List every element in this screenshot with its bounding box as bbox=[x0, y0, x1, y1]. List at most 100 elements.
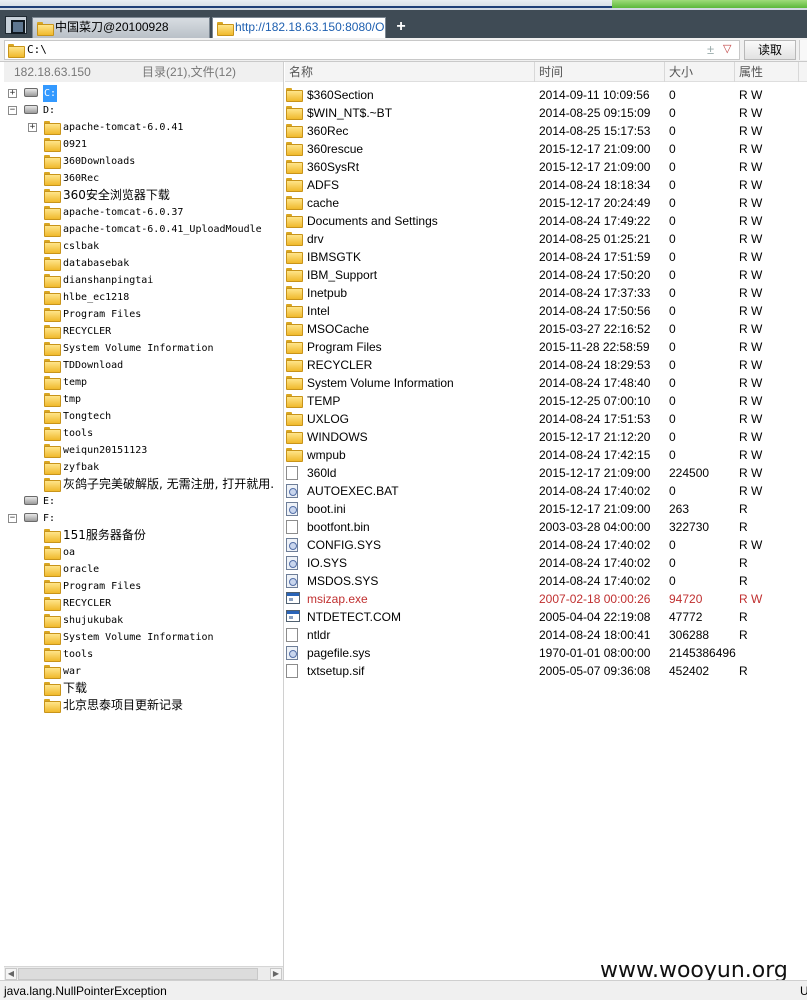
collapse-icon[interactable]: − bbox=[8, 106, 17, 115]
file-row[interactable]: drv 2014-08-25 01:25:21 0 R W bbox=[285, 230, 807, 248]
plus-minus-icon[interactable]: ± bbox=[707, 42, 714, 57]
tree-item[interactable]: 360安全浏览器下载 bbox=[4, 187, 283, 204]
file-row[interactable]: bootfont.bin 2003-03-28 04:00:00 322730 R bbox=[285, 518, 807, 536]
column-header-time[interactable]: 时间 bbox=[535, 62, 665, 82]
tree-item[interactable]: Program Files bbox=[4, 306, 283, 323]
tree-item[interactable]: + C: bbox=[4, 85, 283, 102]
column-header-name[interactable]: 名称 bbox=[285, 62, 535, 82]
tree-item-label: apache-tomcat-6.0.41 bbox=[63, 122, 184, 133]
file-size: 0 bbox=[669, 196, 676, 210]
file-row[interactable]: $360Section 2014-09-11 10:09:56 0 R W bbox=[285, 86, 807, 104]
path-input[interactable]: C:\ ± ▽ bbox=[4, 40, 740, 60]
scroll-left-icon[interactable]: ◀ bbox=[5, 968, 17, 980]
app-menu-icon[interactable] bbox=[5, 16, 27, 34]
file-row[interactable]: IO.SYS 2014-08-24 17:40:02 0 R bbox=[285, 554, 807, 572]
tree-item[interactable]: zyfbak bbox=[4, 459, 283, 476]
tree-item[interactable]: Program Files bbox=[4, 578, 283, 595]
tree-item[interactable]: 灰鸽子完美破解版, 无需注册, 打开就用. bbox=[4, 476, 283, 493]
scroll-thumb[interactable] bbox=[18, 968, 258, 980]
tree-item[interactable]: System Volume Information bbox=[4, 340, 283, 357]
file-row[interactable]: 360rescue 2015-12-17 21:09:00 0 R W bbox=[285, 140, 807, 158]
expand-icon[interactable]: + bbox=[28, 123, 37, 132]
file-row[interactable]: NTDETECT.COM 2005-04-04 22:19:08 47772 R bbox=[285, 608, 807, 626]
file-row[interactable]: Inetpub 2014-08-24 17:37:33 0 R W bbox=[285, 284, 807, 302]
file-row[interactable]: txtsetup.sif 2005-05-07 09:36:08 452402 R bbox=[285, 662, 807, 680]
tree-item[interactable]: oa bbox=[4, 544, 283, 561]
file-row[interactable]: MSOCache 2015-03-27 22:16:52 0 R W bbox=[285, 320, 807, 338]
file-size: 0 bbox=[669, 340, 676, 354]
file-row[interactable]: Intel 2014-08-24 17:50:56 0 R W bbox=[285, 302, 807, 320]
folder-icon bbox=[44, 393, 61, 407]
column-header-size[interactable]: 大小 bbox=[665, 62, 735, 82]
file-list: $360Section 2014-09-11 10:09:56 0 R W $WIN_N… bbox=[285, 86, 807, 680]
file-row[interactable]: 360ld 2015-12-17 21:09:00 224500 R W bbox=[285, 464, 807, 482]
file-row[interactable]: 360Rec 2014-08-25 15:17:53 0 R W bbox=[285, 122, 807, 140]
tree-item[interactable]: dianshanpingtai bbox=[4, 272, 283, 289]
file-time: 2015-12-17 20:24:49 bbox=[539, 196, 651, 210]
collapse-icon[interactable]: − bbox=[8, 514, 17, 523]
file-row[interactable]: WINDOWS 2015-12-17 21:12:20 0 R W bbox=[285, 428, 807, 446]
scroll-right-icon[interactable]: ▶ bbox=[270, 968, 282, 980]
file-name: UXLOG bbox=[307, 412, 350, 426]
file-row[interactable]: CONFIG.SYS 2014-08-24 17:40:02 0 R W bbox=[285, 536, 807, 554]
tree-item[interactable]: − D: bbox=[4, 102, 283, 119]
tree-item[interactable]: TDDownload bbox=[4, 357, 283, 374]
file-size: 94720 bbox=[669, 592, 703, 606]
file-row[interactable]: RECYCLER 2014-08-24 18:29:53 0 R W bbox=[285, 356, 807, 374]
tree-item[interactable]: + apache-tomcat-6.0.41 bbox=[4, 119, 283, 136]
file-row[interactable]: ntldr 2014-08-24 18:00:41 306288 R bbox=[285, 626, 807, 644]
file-row[interactable]: boot.ini 2015-12-17 21:09:00 263 R bbox=[285, 500, 807, 518]
file-row[interactable]: IBM_Support 2014-08-24 17:50:20 0 R W bbox=[285, 266, 807, 284]
status-message: java.lang.NullPointerException bbox=[4, 984, 167, 998]
tree-item[interactable]: RECYCLER bbox=[4, 323, 283, 340]
tree-item[interactable]: cslbak bbox=[4, 238, 283, 255]
tree-item[interactable]: tmp bbox=[4, 391, 283, 408]
tree-item[interactable]: apache-tomcat-6.0.41_UploadMoudle bbox=[4, 221, 283, 238]
tree-item[interactable]: System Volume Information bbox=[4, 629, 283, 646]
file-row[interactable]: UXLOG 2014-08-24 17:51:53 0 R W bbox=[285, 410, 807, 428]
tab-chopper-main[interactable]: 中国菜刀@20100928 bbox=[32, 17, 210, 38]
tree-item[interactable]: 360Downloads bbox=[4, 153, 283, 170]
file-row[interactable]: MSDOS.SYS 2014-08-24 17:40:02 0 R bbox=[285, 572, 807, 590]
tree-item[interactable]: 0921 bbox=[4, 136, 283, 153]
file-row[interactable]: pagefile.sys 1970-01-01 08:00:00 214538649… bbox=[285, 644, 807, 662]
tree-horizontal-scrollbar[interactable]: ◀ ▶ bbox=[4, 966, 283, 980]
file-row[interactable]: Documents and Settings 2014-08-24 17:49:2… bbox=[285, 212, 807, 230]
expand-icon[interactable]: + bbox=[8, 89, 17, 98]
tree-item[interactable]: − F: bbox=[4, 510, 283, 527]
file-row[interactable]: cache 2015-12-17 20:24:49 0 R W bbox=[285, 194, 807, 212]
read-button[interactable]: 读取 bbox=[744, 40, 796, 60]
file-row[interactable]: Program Files 2015-11-28 22:58:59 0 R W bbox=[285, 338, 807, 356]
tree-item[interactable]: weiqun20151123 bbox=[4, 442, 283, 459]
tree-item[interactable]: databasebak bbox=[4, 255, 283, 272]
file-row[interactable]: TEMP 2015-12-25 07:00:10 0 R W bbox=[285, 392, 807, 410]
tree-item[interactable]: war bbox=[4, 663, 283, 680]
tree-item[interactable]: tools bbox=[4, 425, 283, 442]
dropdown-icon[interactable]: ▽ bbox=[723, 42, 731, 55]
file-row[interactable]: $WIN_NT$.~BT 2014-08-25 09:15:09 0 R W bbox=[285, 104, 807, 122]
tree-item[interactable]: tools bbox=[4, 646, 283, 663]
tree-item[interactable]: hlbe_ec1218 bbox=[4, 289, 283, 306]
tree-item[interactable]: oracle bbox=[4, 561, 283, 578]
tree-item[interactable]: 北京思泰项目更新记录 bbox=[4, 697, 283, 714]
file-row[interactable]: System Volume Information 2014-08-24 17:4… bbox=[285, 374, 807, 392]
tree-item[interactable]: 360Rec bbox=[4, 170, 283, 187]
file-row[interactable]: msizap.exe 2007-02-18 00:00:26 94720 R W bbox=[285, 590, 807, 608]
file-row[interactable]: 360SysRt 2015-12-17 21:09:00 0 R W bbox=[285, 158, 807, 176]
file-row[interactable]: AUTOEXEC.BAT 2014-08-24 17:40:02 0 R W bbox=[285, 482, 807, 500]
column-header-attr[interactable]: 属性 bbox=[735, 62, 799, 82]
tree-item[interactable]: apache-tomcat-6.0.37 bbox=[4, 204, 283, 221]
tree-item[interactable]: RECYCLER bbox=[4, 595, 283, 612]
tree-item[interactable]: E: bbox=[4, 493, 283, 510]
address-bar: C:\ ± ▽ 读取 bbox=[0, 38, 807, 62]
file-row[interactable]: wmpub 2014-08-24 17:42:15 0 R W bbox=[285, 446, 807, 464]
tree-item[interactable]: 151服务器备份 bbox=[4, 527, 283, 544]
tree-item[interactable]: 下载 bbox=[4, 680, 283, 697]
new-tab-button[interactable]: + bbox=[393, 19, 409, 35]
file-row[interactable]: IBMSGTK 2014-08-24 17:51:59 0 R W bbox=[285, 248, 807, 266]
tree-item[interactable]: temp bbox=[4, 374, 283, 391]
tab-remote-url[interactable]: http://182.18.63.150:8080/O... bbox=[212, 17, 386, 38]
file-row[interactable]: ADFS 2014-08-24 18:18:34 0 R W bbox=[285, 176, 807, 194]
tree-item[interactable]: shujukubak bbox=[4, 612, 283, 629]
tree-item[interactable]: Tongtech bbox=[4, 408, 283, 425]
